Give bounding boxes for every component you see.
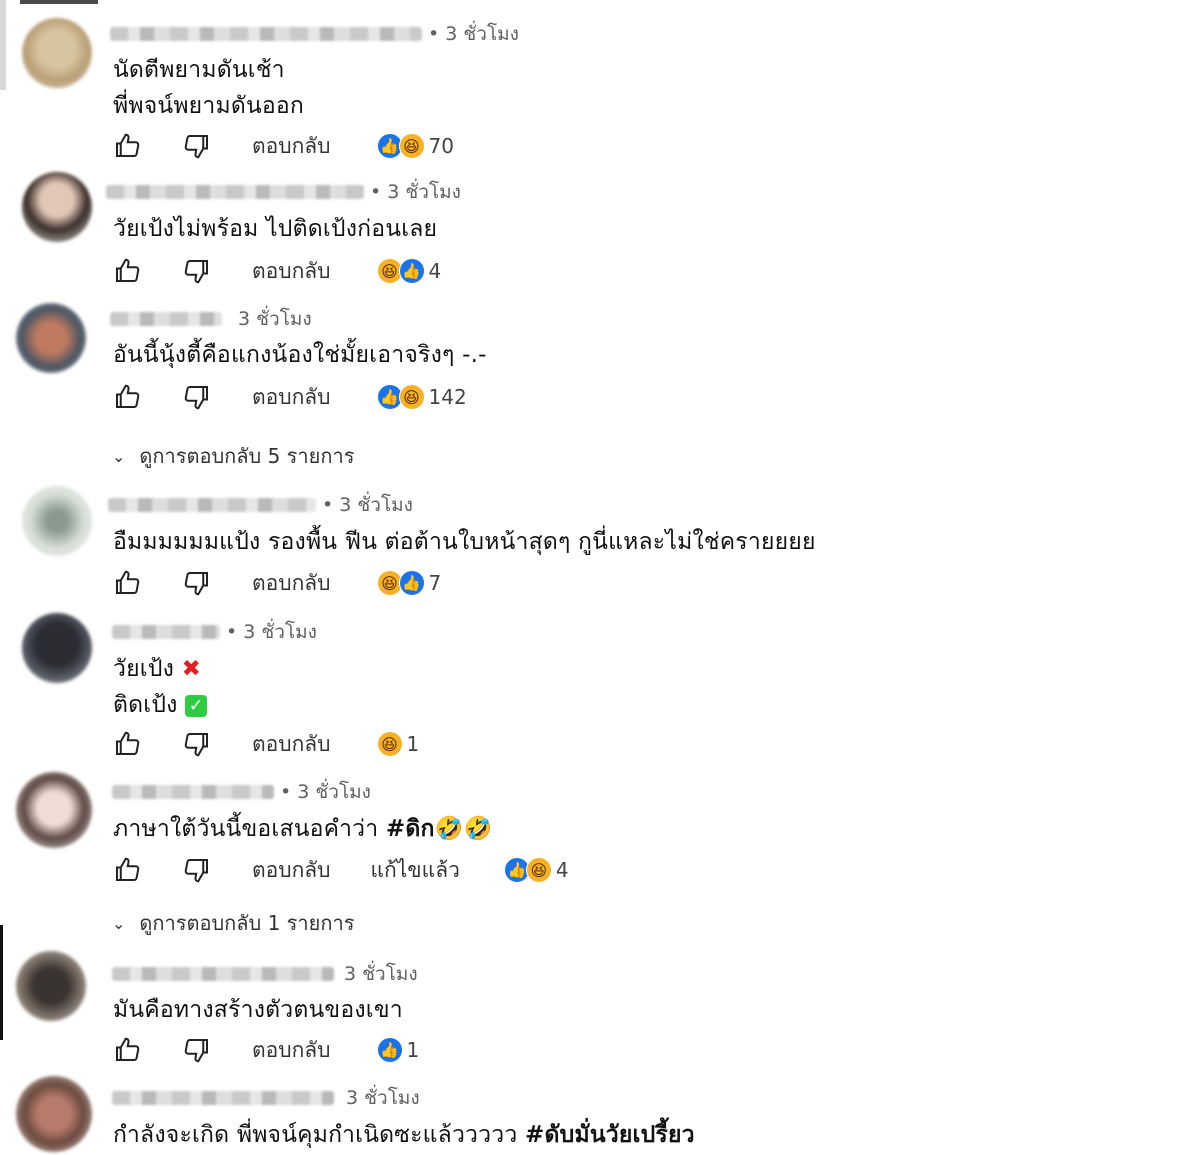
haha-reaction-icon: 😆 bbox=[398, 384, 425, 410]
like-icon[interactable] bbox=[110, 853, 144, 887]
comment-text: นัดตีพยามดันเช้า bbox=[113, 57, 285, 83]
reply-button[interactable]: ตอบกลับ bbox=[252, 567, 331, 600]
comment-text: ติดเป้ง ✓ bbox=[113, 687, 208, 723]
timestamp[interactable]: 3 ชั่วโมง bbox=[346, 1083, 420, 1113]
like-reaction-icon: 👍 bbox=[398, 258, 425, 284]
author-name[interactable] bbox=[112, 785, 274, 799]
like-reaction-icon: 👍 bbox=[398, 570, 425, 596]
comment-text: ภาษาใต้วันนี้ขอเสนอคำว่า #ดิก🤣🤣 bbox=[113, 811, 492, 847]
avatar[interactable] bbox=[22, 613, 92, 683]
thread-line bbox=[0, 925, 3, 1040]
view-replies-label: ดูการตอบกลับ 1 รายการ bbox=[139, 911, 355, 935]
comment-text: มันคือทางสร้างตัวตนของเขา bbox=[113, 997, 403, 1023]
author-name[interactable] bbox=[106, 185, 364, 199]
comment-text: วัยเป้งไม่พร้อม ไปติดเป้งก่อนเลย bbox=[113, 216, 438, 242]
like-icon[interactable] bbox=[110, 129, 144, 163]
author-name[interactable] bbox=[108, 498, 316, 512]
comment-text: พี่พจน์พยามดันออก bbox=[113, 93, 305, 119]
comment-text-part: ติดเป้ง bbox=[113, 692, 178, 718]
reply-button[interactable]: ตอบกลับ bbox=[252, 854, 331, 887]
timestamp[interactable]: • 3 ชั่วโมง bbox=[226, 617, 317, 647]
reply-button[interactable]: ตอบกลับ bbox=[252, 130, 331, 163]
like-reaction-icon: 👍 bbox=[376, 1037, 403, 1063]
like-icon[interactable] bbox=[110, 254, 144, 288]
reaction-summary[interactable]: 😆 1 bbox=[376, 731, 420, 757]
comment-text-part: ภาษาใต้วันนี้ขอเสนอคำว่า bbox=[113, 816, 379, 842]
avatar[interactable] bbox=[22, 18, 92, 88]
author-name[interactable] bbox=[112, 625, 220, 639]
reply-button[interactable]: ตอบกลับ bbox=[252, 255, 331, 288]
reaction-summary[interactable]: 👍 😆 142 bbox=[376, 384, 467, 410]
view-replies-button[interactable]: ⌄ ดูการตอบกลับ 1 รายการ bbox=[112, 907, 354, 939]
chevron-down-icon: ⌄ bbox=[112, 913, 126, 933]
haha-reaction-icon: 😆 bbox=[525, 857, 552, 883]
timestamp[interactable]: • 3 ชั่วโมง bbox=[370, 177, 461, 207]
comment-text-part: วัยเป้ง bbox=[113, 656, 175, 682]
reaction-count: 142 bbox=[428, 385, 467, 409]
avatar[interactable] bbox=[16, 772, 92, 848]
dislike-icon[interactable] bbox=[180, 566, 214, 600]
haha-reaction-icon: 😆 bbox=[398, 133, 425, 159]
chevron-down-icon: ⌄ bbox=[112, 446, 126, 466]
reply-button[interactable]: ตอบกลับ bbox=[252, 381, 331, 414]
author-name[interactable] bbox=[110, 312, 222, 326]
scroll-indicator bbox=[0, 0, 6, 90]
timestamp[interactable]: 3 ชั่วโมง bbox=[344, 959, 418, 989]
timestamp[interactable]: • 3 ชั่วโมง bbox=[322, 490, 413, 520]
avatar[interactable] bbox=[22, 486, 92, 556]
comment-text-part: กำลังจะเกิด พี่พจน์คุมกำเนิดซะแล้ววววว bbox=[113, 1122, 518, 1148]
comment-text: อันนี้นุ้งตี้คือแกงน้องใช่มั้ยเอาจริงๆ -… bbox=[113, 342, 487, 368]
hashtag[interactable]: #ดับมั่นวัยเปรี้ยว bbox=[525, 1122, 695, 1148]
edited-label: แก้ไขแล้ว bbox=[370, 857, 460, 882]
timestamp[interactable]: • 3 ชั่วโมง bbox=[280, 777, 371, 807]
reaction-summary[interactable]: 👍 😆 4 bbox=[503, 857, 569, 883]
reply-button[interactable]: ตอบกลับ bbox=[252, 1034, 331, 1067]
author-name[interactable] bbox=[112, 967, 334, 981]
dislike-icon[interactable] bbox=[180, 129, 214, 163]
reaction-summary[interactable]: 😆 👍 7 bbox=[376, 570, 442, 596]
like-icon[interactable] bbox=[110, 1033, 144, 1067]
reply-button[interactable]: ตอบกลับ bbox=[252, 728, 331, 761]
cross-mark-icon: ✖ bbox=[181, 656, 202, 682]
dislike-icon[interactable] bbox=[180, 853, 214, 887]
dislike-icon[interactable] bbox=[180, 1033, 214, 1067]
author-name[interactable] bbox=[112, 1091, 334, 1105]
like-icon[interactable] bbox=[110, 727, 144, 761]
avatar[interactable] bbox=[16, 951, 86, 1021]
avatar[interactable] bbox=[16, 1076, 92, 1152]
avatar[interactable] bbox=[22, 172, 92, 242]
dislike-icon[interactable] bbox=[180, 254, 214, 288]
reaction-summary[interactable]: 👍 😆 70 bbox=[376, 133, 454, 159]
haha-reaction-icon: 😆 bbox=[376, 731, 403, 757]
check-mark-icon: ✓ bbox=[185, 694, 208, 717]
like-icon[interactable] bbox=[110, 380, 144, 414]
reaction-count: 4 bbox=[555, 858, 569, 882]
dislike-icon[interactable] bbox=[180, 380, 214, 414]
reaction-summary[interactable]: 😆 👍 4 bbox=[376, 258, 442, 284]
comment-text: อืมมมมมมแป้ง รองพื้น ฟีน ต่อต้านใบหน้าสุ… bbox=[113, 529, 816, 555]
like-icon[interactable] bbox=[110, 566, 144, 600]
top-divider bbox=[20, 0, 98, 4]
view-replies-label: ดูการตอบกลับ 5 รายการ bbox=[139, 444, 355, 468]
reaction-count: 70 bbox=[428, 134, 454, 158]
reaction-count: 4 bbox=[428, 259, 442, 283]
rofl-emoji-icon: 🤣🤣 bbox=[434, 816, 493, 842]
dislike-icon[interactable] bbox=[180, 727, 214, 761]
reaction-summary[interactable]: 👍 1 bbox=[376, 1037, 420, 1063]
hashtag[interactable]: #ดิก bbox=[386, 816, 435, 842]
comment-text: วัยเป้ง ✖ bbox=[113, 651, 201, 687]
reaction-count: 7 bbox=[428, 571, 442, 595]
reaction-count: 1 bbox=[406, 1038, 420, 1062]
view-replies-button[interactable]: ⌄ ดูการตอบกลับ 5 รายการ bbox=[112, 440, 354, 472]
timestamp[interactable]: 3 ชั่วโมง bbox=[238, 304, 312, 334]
reaction-count: 1 bbox=[406, 732, 420, 756]
timestamp[interactable]: • 3 ชั่วโมง bbox=[428, 19, 519, 49]
author-name[interactable] bbox=[110, 27, 422, 41]
comment-text: กำลังจะเกิด พี่พจน์คุมกำเนิดซะแล้ววววว #… bbox=[113, 1117, 695, 1153]
avatar[interactable] bbox=[16, 303, 86, 373]
